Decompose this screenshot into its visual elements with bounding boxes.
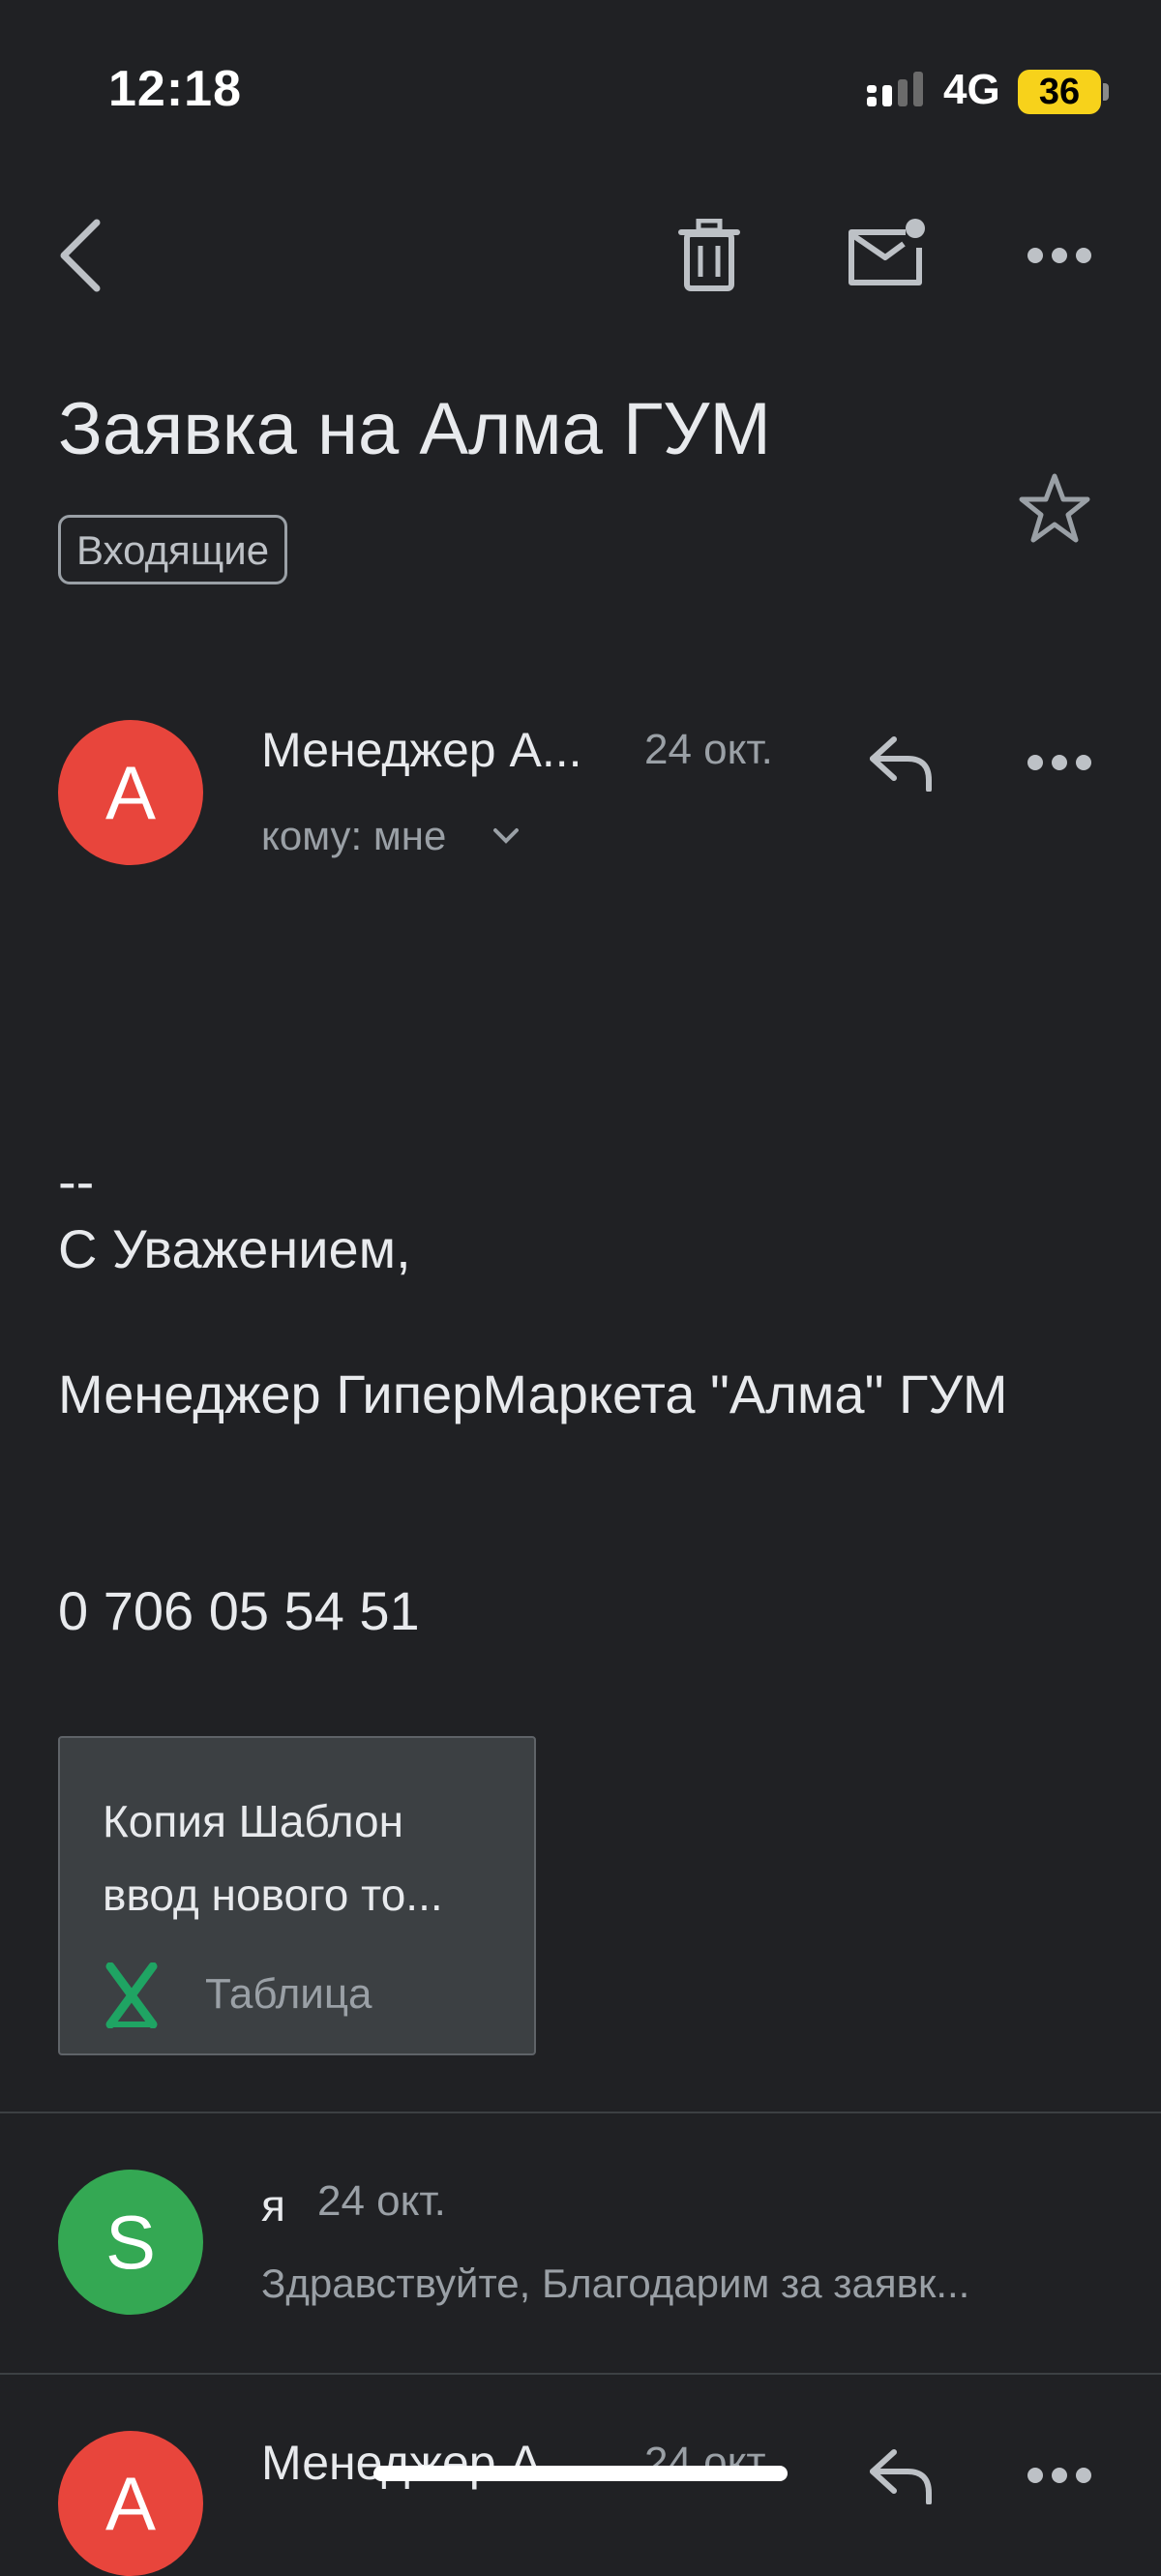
message-divider (0, 2112, 1161, 2113)
message-more-icon[interactable] (1026, 751, 1093, 774)
message-date: 24 окт. (317, 2177, 446, 2225)
more-horizontal-icon[interactable] (1026, 244, 1093, 267)
reply-icon[interactable] (867, 2448, 935, 2504)
attachment-type: Таблица (205, 1970, 372, 2018)
signature-phone[interactable]: 0 706 05 54 51 (58, 1575, 420, 1647)
message-snippet[interactable]: Здравствуйте, Благодарим за заявк... (261, 2261, 969, 2307)
message-divider (0, 2373, 1161, 2375)
reply-icon[interactable] (867, 735, 935, 792)
signature-title: Менеджер ГиперМаркета "Алма" ГУМ (58, 1363, 1008, 1424)
attachment-name: Копия Шаблон ввод нового то... (103, 1796, 443, 1920)
chevron-left-icon[interactable] (54, 215, 112, 296)
chevron-down-icon[interactable] (491, 824, 521, 848)
spreadsheet-icon (105, 1962, 158, 2028)
star-icon[interactable] (1018, 472, 1091, 546)
network-type: 4G (943, 66, 1000, 113)
message-more-icon[interactable] (1026, 2464, 1093, 2487)
sender-name: Менеджер А... (261, 723, 582, 777)
trash-icon[interactable] (677, 219, 741, 292)
signature-separator: -- (58, 1151, 95, 1212)
sender-avatar[interactable]: А (58, 2431, 203, 2576)
recipient-details[interactable]: кому: мне (261, 813, 446, 859)
signature-regards: С Уважением, (58, 1218, 411, 1279)
inbox-label-chip[interactable]: Входящие (58, 515, 288, 584)
email-subject: Заявка на Алма ГУМ (58, 388, 771, 470)
sender-avatar[interactable]: А (58, 720, 203, 865)
sender-name: Менеджер А... (261, 2436, 582, 2490)
sender-name: я (261, 2180, 285, 2231)
battery-tip (1103, 83, 1109, 101)
mark-unread-icon[interactable] (846, 219, 927, 288)
sender-avatar[interactable]: S (58, 2170, 203, 2315)
signal-icon (867, 72, 923, 106)
home-indicator[interactable] (373, 2466, 788, 2481)
attachment-card[interactable]: Копия Шаблон ввод нового то... Таблица (58, 1736, 536, 2055)
message-date: 24 окт. (644, 726, 773, 773)
battery-indicator: 36 (1018, 70, 1101, 114)
status-time: 12:18 (108, 61, 242, 117)
